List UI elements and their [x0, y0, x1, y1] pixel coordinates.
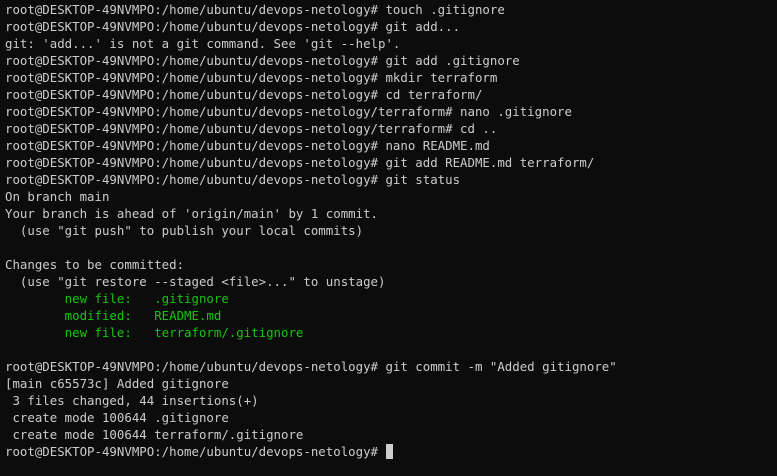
- terminal-line: new file: terraform/.gitignore: [5, 325, 304, 340]
- terminal-line: root@DESKTOP-49NVMPO:/home/ubuntu/devops…: [5, 53, 520, 68]
- terminal-line: root@DESKTOP-49NVMPO:/home/ubuntu/devops…: [5, 104, 572, 119]
- text-cursor: [386, 444, 394, 459]
- terminal-output: root@DESKTOP-49NVMPO:/home/ubuntu/devops…: [5, 1, 777, 443]
- terminal-line: root@DESKTOP-49NVMPO:/home/ubuntu/devops…: [5, 172, 461, 187]
- terminal-line: new file: .gitignore: [5, 291, 229, 306]
- terminal-line: root@DESKTOP-49NVMPO:/home/ubuntu/devops…: [5, 155, 595, 170]
- terminal-line: Changes to be committed:: [5, 257, 185, 272]
- terminal-line: root@DESKTOP-49NVMPO:/home/ubuntu/devops…: [5, 121, 498, 136]
- terminal-line: root@DESKTOP-49NVMPO:/home/ubuntu/devops…: [5, 19, 461, 34]
- terminal-line: (use "git restore --staged <file>..." to…: [5, 274, 386, 289]
- terminal-line: (use "git push" to publish your local co…: [5, 223, 364, 238]
- terminal-window[interactable]: root@DESKTOP-49NVMPO:/home/ubuntu/devops…: [0, 0, 777, 476]
- terminal-line: [main c65573c] Added gitignore: [5, 376, 229, 391]
- terminal-line: create mode 100644 terraform/.gitignore: [5, 427, 304, 442]
- terminal-line: modified: README.md: [5, 308, 222, 323]
- terminal-line: On branch main: [5, 189, 110, 204]
- terminal-prompt-line[interactable]: root@DESKTOP-49NVMPO:/home/ubuntu/devops…: [5, 443, 777, 460]
- terminal-line: create mode 100644 .gitignore: [5, 410, 229, 425]
- terminal-line: root@DESKTOP-49NVMPO:/home/ubuntu/devops…: [5, 359, 617, 374]
- terminal-line: root@DESKTOP-49NVMPO:/home/ubuntu/devops…: [5, 87, 483, 102]
- terminal-line: root@DESKTOP-49NVMPO:/home/ubuntu/devops…: [5, 2, 505, 17]
- terminal-line: root@DESKTOP-49NVMPO:/home/ubuntu/devops…: [5, 138, 490, 153]
- terminal-line: 3 files changed, 44 insertions(+): [5, 393, 259, 408]
- terminal-line: root@DESKTOP-49NVMPO:/home/ubuntu/devops…: [5, 70, 498, 85]
- terminal-line: Your branch is ahead of 'origin/main' by…: [5, 206, 378, 221]
- terminal-line: git: 'add...' is not a git command. See …: [5, 36, 401, 51]
- terminal-prompt: root@DESKTOP-49NVMPO:/home/ubuntu/devops…: [5, 444, 386, 459]
